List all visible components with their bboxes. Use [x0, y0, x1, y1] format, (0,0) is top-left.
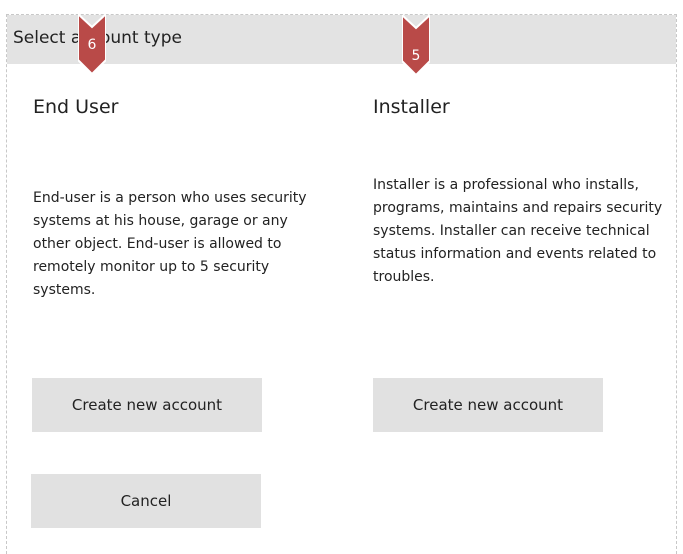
callout-marker-6: 6: [78, 14, 106, 74]
installer-create-account-button[interactable]: Create new account: [373, 378, 603, 432]
end-user-description: End-user is a person who uses security s…: [33, 190, 307, 298]
installer-description: Installer is a professional who installs…: [373, 177, 663, 285]
installer-title: Installer: [373, 96, 450, 118]
callout-marker-5: 5: [402, 15, 430, 75]
cancel-button[interactable]: Cancel: [31, 474, 261, 528]
end-user-create-account-button[interactable]: Create new account: [32, 378, 262, 432]
marker-6-number: 6: [87, 37, 97, 53]
marker-5-shape: [402, 15, 430, 75]
marker-5-number: 5: [411, 48, 421, 64]
end-user-title: End User: [33, 96, 119, 118]
